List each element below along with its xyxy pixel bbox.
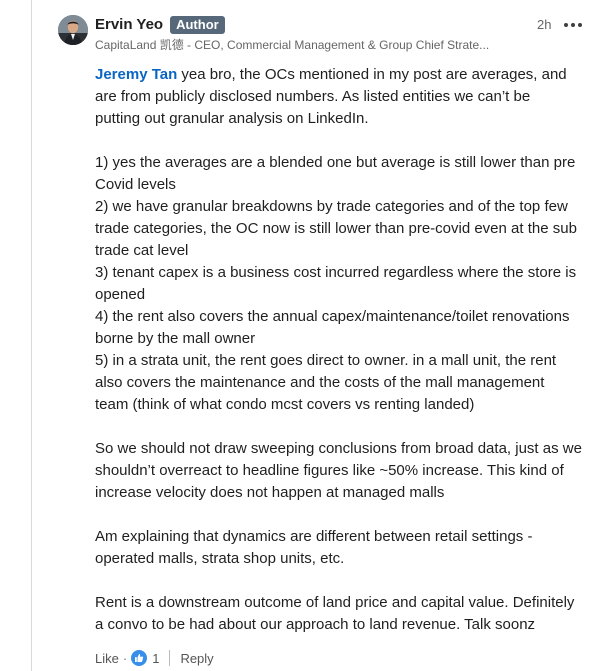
mention-link[interactable]: Jeremy Tan xyxy=(95,66,177,83)
comment-line: 3) tenant capex is a business cost incur… xyxy=(95,264,577,281)
comment-paragraph: Jeremy Tan yea bro, the OCs mentioned in… xyxy=(95,64,595,130)
separator-dot: · xyxy=(122,650,128,666)
comment-timestamp: 2h xyxy=(537,17,552,32)
comment-paragraph: So we should not draw sweeping conclusio… xyxy=(95,438,595,504)
comment-line: trade cat level xyxy=(95,242,189,259)
comment-page: Ervin Yeo Author CapitaLand 凯德 - CEO, Co… xyxy=(0,0,608,671)
comment-paragraph: Rent is a downstream outcome of land pri… xyxy=(95,592,595,636)
more-dot xyxy=(571,23,575,27)
name-row: Ervin Yeo Author xyxy=(95,15,595,35)
comment-header: Ervin Yeo Author CapitaLand 凯德 - CEO, Co… xyxy=(95,15,595,55)
comment-line: also covers the maintenance and the cost… xyxy=(95,374,545,391)
comment-line: borne by the mall owner xyxy=(95,330,256,347)
comment-line: team (think of what condo mcst covers vs… xyxy=(95,396,475,413)
thread-line xyxy=(31,0,32,671)
comment-line: opened xyxy=(95,286,146,303)
comment-line: operated malls, strata shop units, etc. xyxy=(95,550,345,567)
comment-line: Covid levels xyxy=(95,176,176,193)
comment-line: Jeremy Tan yea bro, the OCs mentioned in… xyxy=(95,64,595,86)
reply-button[interactable]: Reply xyxy=(180,651,213,666)
comment-line: putting out granular analysis on LinkedI… xyxy=(95,110,369,127)
comment-body: Jeremy Tan yea bro, the OCs mentioned in… xyxy=(95,64,595,636)
avatar[interactable] xyxy=(58,15,88,45)
comment-line: are from publicly disclosed numbers. As … xyxy=(95,88,531,105)
action-divider xyxy=(169,650,171,666)
comment-line: So we should not draw sweeping conclusio… xyxy=(95,440,582,457)
author-badge: Author xyxy=(170,16,225,34)
thumbs-up-reaction-icon[interactable] xyxy=(131,650,148,666)
comment-line: Am explaining that dynamics are differen… xyxy=(95,528,533,545)
more-options-icon[interactable] xyxy=(564,16,582,34)
comment-line: 5) in a strata unit, the rent goes direc… xyxy=(95,352,557,369)
comment-actions: Like · 1 Reply xyxy=(95,647,214,669)
comment-line: Rent is a downstream outcome of land pri… xyxy=(95,594,575,611)
comment-line: 1) yes the averages are a blended one bu… xyxy=(95,154,576,171)
comment-text: yea bro, the OCs mentioned in my post ar… xyxy=(177,66,567,83)
comment-paragraph: Am explaining that dynamics are differen… xyxy=(95,526,595,570)
comment-line: 2) we have granular breakdowns by trade … xyxy=(95,198,568,215)
author-headline: CapitaLand 凯德 - CEO, Commercial Manageme… xyxy=(95,38,490,52)
comment-line: a convo to be had about our approach to … xyxy=(95,616,536,633)
comment-line: 4) the rent also covers the annual capex… xyxy=(95,308,570,325)
more-dot xyxy=(564,23,568,27)
like-button[interactable]: Like xyxy=(95,651,119,666)
comment-line: trade categories, the OC now is still lo… xyxy=(95,220,577,237)
reaction-count[interactable]: 1 xyxy=(152,651,159,666)
comment-line: shouldn’t overreact to headline figures … xyxy=(95,462,564,479)
author-name[interactable]: Ervin Yeo xyxy=(95,15,163,35)
comment-paragraph: 1) yes the averages are a blended one bu… xyxy=(95,152,595,416)
comment-line: increase velocity does not happen at man… xyxy=(95,484,445,501)
more-dot xyxy=(578,23,582,27)
